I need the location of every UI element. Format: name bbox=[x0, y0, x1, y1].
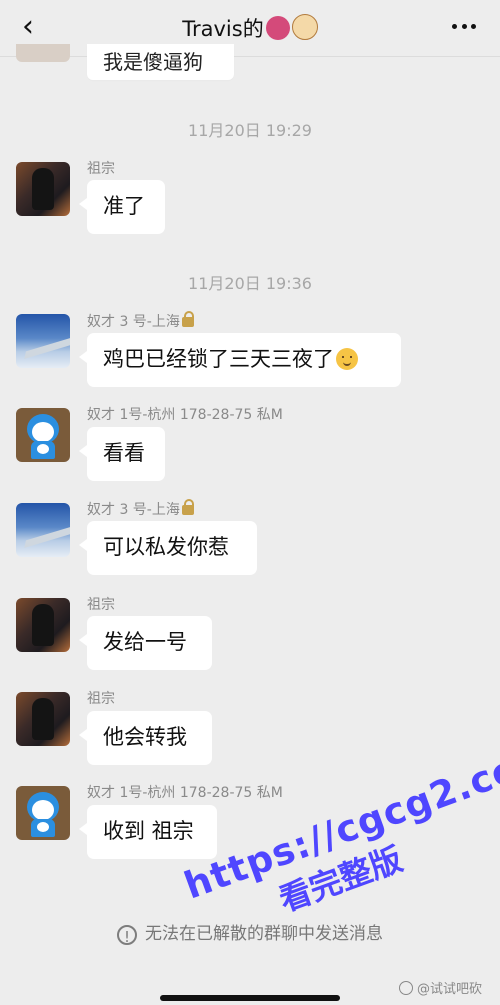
message-bubble[interactable]: 准了 bbox=[79, 180, 165, 234]
message-bubble[interactable]: 鸡巴已经锁了三天三夜了 bbox=[79, 333, 401, 387]
timestamp: 11月20日 19:36 bbox=[188, 274, 312, 293]
source-text: @试试吧砍 bbox=[416, 982, 482, 997]
sender-name: 奴才 3 号-上海 bbox=[87, 499, 194, 519]
lock-icon bbox=[181, 311, 194, 327]
partial-message-bubble[interactable]: 我是傻逼狗 bbox=[87, 44, 234, 80]
sender-name: 奴才 3 号-上海 bbox=[87, 311, 194, 331]
avatar[interactable] bbox=[16, 162, 70, 216]
avatar[interactable] bbox=[16, 314, 70, 368]
message-text: 鸡巴已经锁了三天三夜了 bbox=[103, 347, 334, 371]
sender-name-text: 奴才 3 号-上海 bbox=[87, 502, 180, 518]
sender-name: 祖宗 bbox=[87, 597, 115, 613]
message-bubble[interactable]: 看看 bbox=[79, 427, 165, 481]
doraemon-body bbox=[31, 819, 55, 837]
sender-name: 祖宗 bbox=[87, 691, 115, 707]
sender-name-text: 奴才 3 号-上海 bbox=[87, 314, 180, 330]
avatar[interactable] bbox=[16, 692, 70, 746]
smiling-face-icon bbox=[336, 348, 358, 370]
lock-icon bbox=[181, 499, 194, 515]
avatar[interactable] bbox=[16, 786, 70, 840]
message-bubble[interactable]: 发给一号 bbox=[79, 616, 212, 670]
sender-name: 祖宗 bbox=[87, 161, 115, 177]
message-bubble[interactable]: 他会转我 bbox=[79, 711, 212, 765]
doraemon-body bbox=[31, 441, 55, 459]
doraemon-face bbox=[27, 792, 59, 822]
timestamp: 11月20日 19:29 bbox=[188, 121, 312, 140]
avatar[interactable] bbox=[16, 503, 70, 557]
avatar[interactable] bbox=[16, 44, 70, 62]
message-bubble[interactable]: 可以私发你惹 bbox=[79, 521, 257, 575]
at-icon bbox=[398, 981, 413, 995]
avatar[interactable] bbox=[16, 408, 70, 462]
home-indicator[interactable] bbox=[160, 995, 340, 1001]
doraemon-face bbox=[27, 414, 59, 444]
info-circle-icon: ! bbox=[117, 925, 137, 946]
avatar[interactable] bbox=[16, 598, 70, 652]
sender-name: 奴才 1号-杭州 178-28-75 私M bbox=[87, 407, 283, 423]
source-label: @试试吧砍 bbox=[398, 978, 482, 997]
